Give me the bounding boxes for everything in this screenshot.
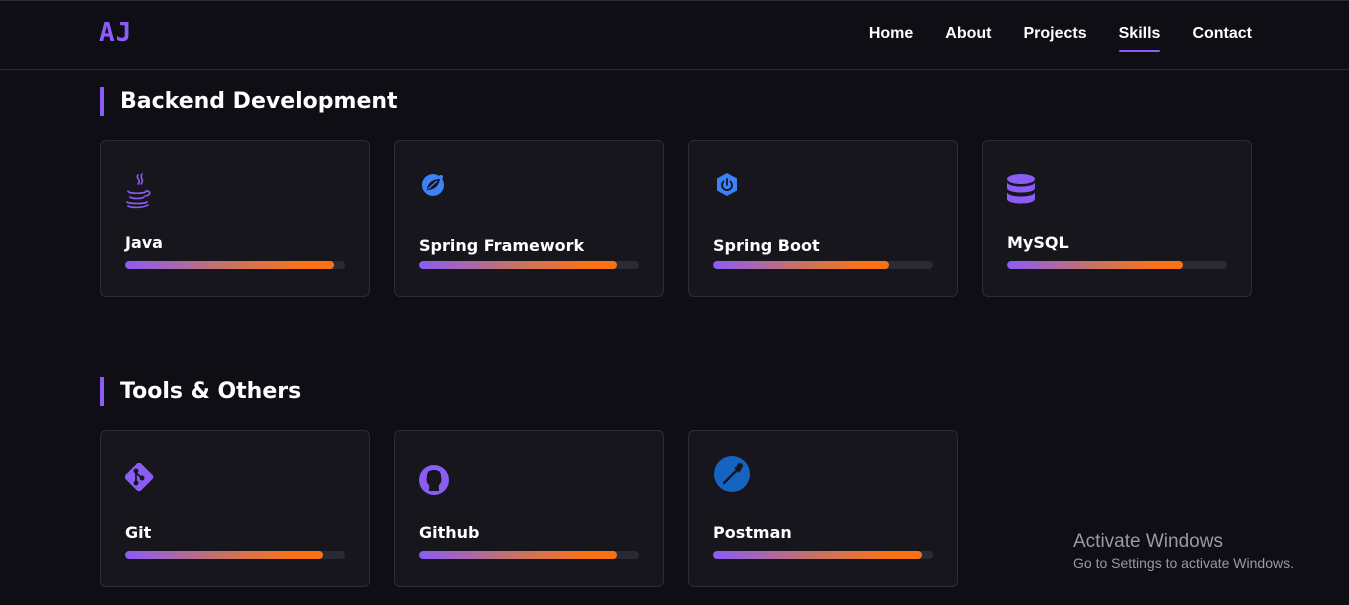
- skill-progress-fill: [1007, 261, 1183, 269]
- postman-icon: [713, 455, 753, 495]
- skill-progress-fill: [713, 261, 889, 269]
- site-logo[interactable]: AJ: [99, 18, 132, 48]
- nav-links: Home About Projects Skills Contact: [869, 25, 1252, 52]
- windows-activation-watermark: Activate Windows Go to Settings to activ…: [1073, 531, 1294, 573]
- nav-link-contact[interactable]: Contact: [1192, 25, 1252, 43]
- section-title-backend: Backend Development: [100, 87, 398, 116]
- java-icon: [125, 171, 161, 211]
- nav-link-about[interactable]: About: [945, 25, 991, 43]
- skill-name: Spring Framework: [419, 236, 585, 255]
- skill-name: Spring Boot: [713, 236, 820, 255]
- skills-grid-tools: Git Github Postman: [100, 430, 958, 587]
- skill-progress-bar: [125, 261, 345, 269]
- skills-grid-backend: Java Spring Framework Spring Boot MySQL: [100, 140, 1252, 297]
- skill-card-mysql: MySQL: [982, 140, 1252, 297]
- skill-name: Java: [125, 233, 163, 252]
- spring-boot-power-icon: [713, 171, 749, 211]
- git-icon: [125, 463, 161, 503]
- skill-progress-fill: [419, 551, 617, 559]
- skill-progress-fill: [125, 551, 323, 559]
- skill-card-github: Github: [394, 430, 664, 587]
- nav-link-home[interactable]: Home: [869, 25, 913, 43]
- database-icon: [1007, 173, 1043, 213]
- spring-leaf-icon: [419, 171, 455, 211]
- skill-name: MySQL: [1007, 233, 1069, 252]
- skill-progress-bar: [125, 551, 345, 559]
- skill-progress-bar: [713, 551, 933, 559]
- github-icon: [419, 463, 455, 503]
- skill-progress-bar: [1007, 261, 1227, 269]
- skill-card-postman: Postman: [688, 430, 958, 587]
- watermark-subtitle: Go to Settings to activate Windows.: [1073, 555, 1294, 571]
- skill-card-git: Git: [100, 430, 370, 587]
- skill-card-spring-framework: Spring Framework: [394, 140, 664, 297]
- skill-progress-bar: [713, 261, 933, 269]
- nav-link-projects[interactable]: Projects: [1023, 25, 1086, 43]
- skill-card-spring-boot: Spring Boot: [688, 140, 958, 297]
- skill-progress-bar: [419, 261, 639, 269]
- skill-name: Postman: [713, 523, 792, 542]
- section-title-tools: Tools & Others: [100, 377, 301, 406]
- skill-progress-fill: [125, 261, 334, 269]
- watermark-title: Activate Windows: [1073, 531, 1223, 552]
- nav-link-skills[interactable]: Skills: [1118, 25, 1160, 52]
- skill-card-java: Java: [100, 140, 370, 297]
- skill-progress-fill: [419, 261, 617, 269]
- skill-name: Github: [419, 523, 480, 542]
- skill-name: Git: [125, 523, 152, 542]
- skill-progress-bar: [419, 551, 639, 559]
- skill-progress-fill: [713, 551, 922, 559]
- navbar: AJ Home About Projects Skills Contact: [0, 0, 1349, 70]
